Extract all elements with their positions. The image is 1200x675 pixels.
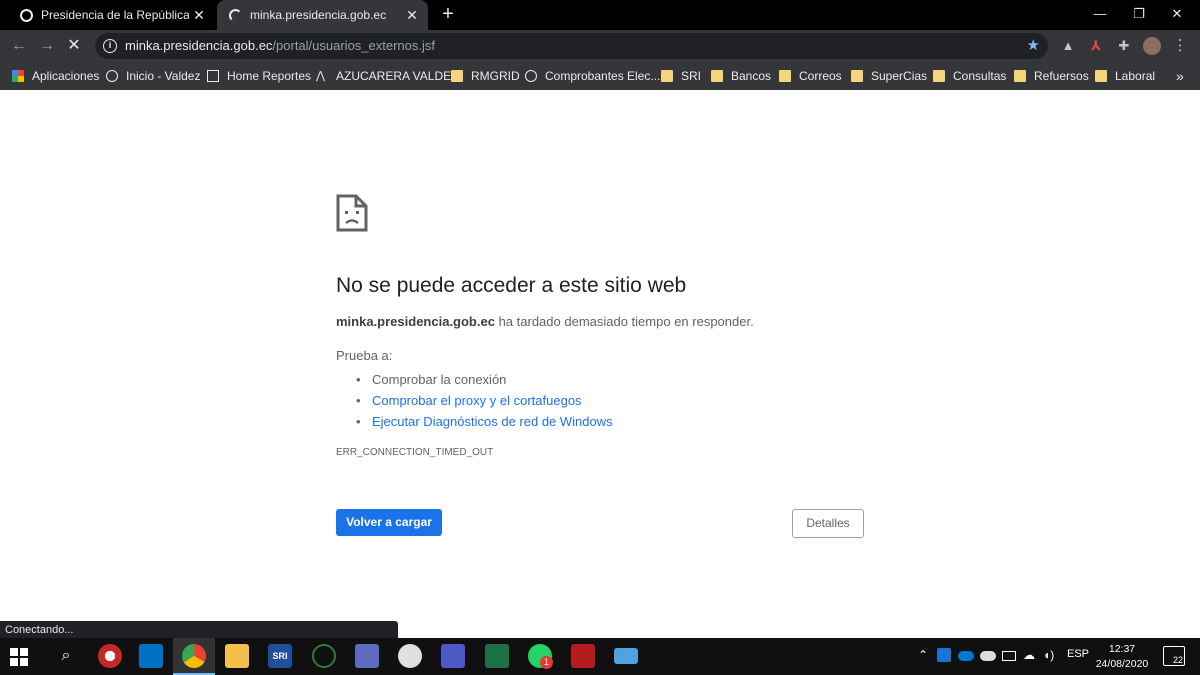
folder-icon xyxy=(661,70,673,82)
tab-strip: Presidencia de la República del E ✕ mink… xyxy=(0,0,1200,30)
network-icon[interactable] xyxy=(1002,651,1016,661)
file-explorer-icon[interactable] xyxy=(225,644,249,668)
bookmark-laboral[interactable]: Laboral xyxy=(1095,62,1155,90)
folder-icon xyxy=(711,70,723,82)
folder-icon xyxy=(933,70,945,82)
cloud-upload-icon[interactable]: ☁ xyxy=(1023,648,1035,662)
bookmark-consultas[interactable]: Consultas xyxy=(933,62,1006,90)
try-label: Prueba a: xyxy=(336,348,393,363)
bookmark-correos[interactable]: Correos xyxy=(779,62,842,90)
folder-icon xyxy=(779,70,791,82)
browser-chrome: Presidencia de la República del E ✕ mink… xyxy=(0,0,1200,90)
presidencia-seal-icon xyxy=(20,8,33,22)
error-page: No se puede acceder a este sitio web min… xyxy=(0,90,1200,638)
bookmark-rmgrid[interactable]: RMGRID xyxy=(451,62,520,90)
error-description: minka.presidencia.gob.ec ha tardado dema… xyxy=(336,314,754,329)
site-info-icon[interactable]: i xyxy=(103,39,117,53)
calculator-icon[interactable] xyxy=(355,644,379,668)
taskbar: ⌕ SRI 1 ⌃ ☁ ◖) ESP 12:37 24/08/2020 22 xyxy=(0,638,1200,675)
search-icon[interactable]: ⌕ xyxy=(54,644,78,668)
bookmark-inicio-valdez[interactable]: Inicio - Valdez xyxy=(106,62,200,90)
url-text[interactable]: minka.presidencia.gob.ec/portal/usuarios… xyxy=(125,38,435,53)
globe-icon xyxy=(106,70,118,82)
onedrive-icon[interactable] xyxy=(958,651,974,661)
error-title: No se puede acceder a este sitio web xyxy=(336,274,687,297)
bookmark-aplicaciones[interactable]: Aplicaciones xyxy=(12,62,99,90)
forward-button[interactable]: → xyxy=(36,35,58,57)
menu-icon[interactable]: ⋮ xyxy=(1171,37,1189,55)
bookmarks-bar: Aplicaciones Inicio - Valdez Home Report… xyxy=(0,62,1200,90)
acrobat-reader-icon[interactable] xyxy=(571,644,595,668)
bookmark-comprobantes[interactable]: Comprobantes Elec... xyxy=(525,62,660,90)
folder-icon xyxy=(851,70,863,82)
language-indicator[interactable]: ESP xyxy=(1067,648,1089,660)
tab-title: minka.presidencia.gob.ec xyxy=(250,8,387,22)
error-code: ERR_CONNECTION_TIMED_OUT xyxy=(336,447,494,458)
whatsapp-badge: 1 xyxy=(540,656,553,669)
whatsapp-icon[interactable]: 1 xyxy=(528,644,553,669)
extensions-icon[interactable]: ✚ xyxy=(1115,37,1133,55)
more-bookmarks-icon[interactable]: » xyxy=(1176,62,1184,90)
tab-minka[interactable]: minka.presidencia.gob.ec ✕ xyxy=(217,0,428,30)
error-host: minka.presidencia.gob.ec xyxy=(336,314,495,329)
onedrive-personal-icon[interactable] xyxy=(980,651,996,661)
folder-icon xyxy=(1014,70,1026,82)
show-hidden-icons-icon[interactable]: ⌃ xyxy=(918,648,928,662)
excel-icon[interactable] xyxy=(485,644,509,668)
folder-icon xyxy=(1095,70,1107,82)
clock-date: 24/08/2020 xyxy=(1095,658,1149,670)
bookmark-supercias[interactable]: SuperCias xyxy=(851,62,927,90)
folder-icon xyxy=(451,70,463,82)
profile-avatar[interactable] xyxy=(1143,37,1161,55)
remote-desktop-icon[interactable] xyxy=(614,648,638,664)
back-button[interactable]: ← xyxy=(8,35,30,57)
clock-time: 12:37 xyxy=(1108,643,1136,655)
report-icon xyxy=(207,70,219,82)
azucarera-logo-icon: ⋀ xyxy=(316,70,326,82)
bookmark-bancos[interactable]: Bancos xyxy=(711,62,771,90)
stop-loading-button[interactable]: ✕ xyxy=(63,35,85,57)
bookmark-star-icon[interactable]: ★ xyxy=(1027,36,1040,54)
volume-icon[interactable]: ◖) xyxy=(1043,648,1054,662)
details-button[interactable]: Detalles xyxy=(792,509,864,538)
bookmark-azucarera[interactable]: ⋀ AZUCARERA VALDE... xyxy=(316,62,461,90)
toolbar: ← → ✕ i minka.presidencia.gob.ec/portal/… xyxy=(0,30,1200,62)
tab-title: Presidencia de la República del E xyxy=(41,8,189,22)
close-tab-icon[interactable]: ✕ xyxy=(191,7,207,23)
teams-icon[interactable] xyxy=(441,644,465,668)
globe-icon xyxy=(525,70,537,82)
reload-button[interactable]: Volver a cargar xyxy=(336,509,442,536)
close-tab-icon[interactable]: ✕ xyxy=(404,7,420,23)
error-message: ha tardado demasiado tiempo en responder… xyxy=(498,314,754,329)
app-swirl-icon[interactable] xyxy=(98,644,122,668)
new-tab-button[interactable]: + xyxy=(438,4,458,26)
security-shield-icon[interactable] xyxy=(937,648,951,662)
suggestion-check-connection: Comprobar la conexión xyxy=(356,369,613,390)
windows-start-icon[interactable] xyxy=(10,648,28,666)
sad-page-icon xyxy=(336,194,368,232)
bookmark-home-reportes[interactable]: Home Reportes xyxy=(207,62,311,90)
close-window-button[interactable]: ✕ xyxy=(1154,0,1200,28)
clock[interactable]: 12:37 24/08/2020 xyxy=(1094,642,1150,672)
chrome-icon[interactable] xyxy=(182,644,206,668)
suggestions-list: Comprobar la conexión Comprobar el proxy… xyxy=(356,369,613,432)
bookmark-sri[interactable]: SRI xyxy=(661,62,701,90)
sri-icon[interactable]: SRI xyxy=(268,644,292,668)
outlook-icon[interactable] xyxy=(139,644,163,668)
address-bar[interactable]: i minka.presidencia.gob.ec/portal/usuari… xyxy=(95,33,1048,59)
drive-icon[interactable]: ▲ xyxy=(1059,37,1077,55)
notifications-count: 22 xyxy=(1172,655,1183,665)
suggestion-network-diagnostics-link[interactable]: Ejecutar Diagnósticos de red de Windows xyxy=(356,411,613,432)
notifications-icon[interactable]: 22 xyxy=(1163,646,1185,666)
loading-spinner-icon xyxy=(229,8,242,22)
acrobat-icon[interactable]: ⅄ xyxy=(1087,37,1105,55)
tab-presidencia[interactable]: Presidencia de la República del E ✕ xyxy=(0,0,215,30)
green-app-icon[interactable] xyxy=(312,644,336,668)
suggestion-check-proxy-link[interactable]: Comprobar el proxy y el cortafuegos xyxy=(356,390,613,411)
seal-app-icon[interactable] xyxy=(398,644,422,668)
apps-grid-icon xyxy=(12,70,24,82)
bookmark-refuersos[interactable]: Refuersos xyxy=(1014,62,1089,90)
